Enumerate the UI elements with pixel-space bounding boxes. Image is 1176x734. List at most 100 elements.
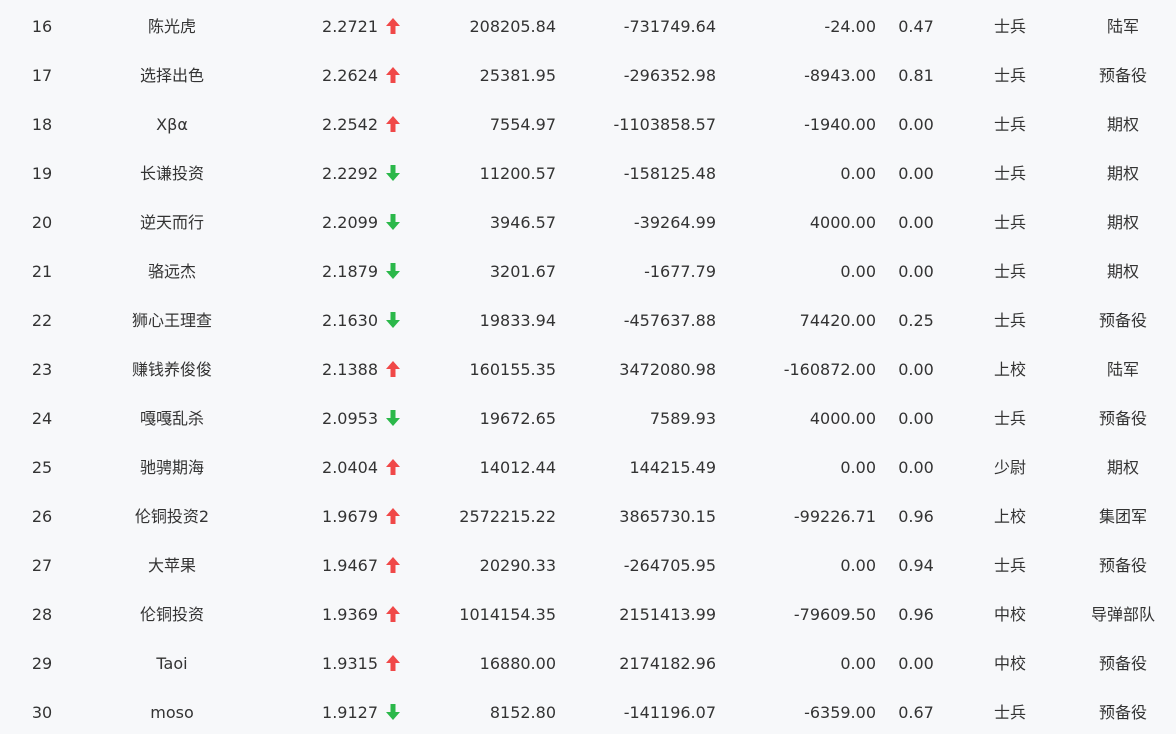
name-cell: 驰骋期海 <box>139 458 204 477</box>
rank-cell: 19 <box>31 164 53 183</box>
group-cell: 预备役 <box>1098 66 1147 85</box>
rank-cell: 21 <box>31 262 53 281</box>
equity-cell: 19672.65 <box>479 409 556 428</box>
score-cell: 2.0404 <box>322 458 378 477</box>
name-cell: 伦铜投资 <box>139 605 204 624</box>
group-cell: 陆军 <box>1106 360 1139 379</box>
rank-cell: 16 <box>31 17 53 36</box>
ratio-cell: 0.81 <box>898 66 934 85</box>
table-row[interactable]: 25 驰骋期海 2.0404 14012.44 144215.49 0.00 0.00 少尉 期… <box>0 443 1176 492</box>
profit-cell: -731749.64 <box>623 17 716 36</box>
table-row[interactable]: 18 Xβα 2.2542 7554.97 -1103858.57 -1940.00 0.0… <box>0 100 1176 149</box>
level-cell: 士兵 <box>993 262 1026 281</box>
score-cell: 2.1388 <box>322 360 378 379</box>
group-cell: 预备役 <box>1098 311 1147 330</box>
rank-cell: 26 <box>31 507 53 526</box>
flow-cell: 0.00 <box>840 458 876 477</box>
equity-cell: 3946.57 <box>489 213 556 232</box>
group-cell: 预备役 <box>1098 703 1147 722</box>
arrow-up-icon <box>384 100 404 149</box>
score-cell: 1.9315 <box>322 654 378 673</box>
score-cell: 1.9127 <box>322 703 378 722</box>
rank-cell: 17 <box>31 66 53 85</box>
arrow-down-icon <box>384 296 404 345</box>
table-row[interactable]: 28 伦铜投资 1.9369 1014154.35 2151413.99 -79609.5… <box>0 590 1176 639</box>
score-cell: 2.1879 <box>322 262 378 281</box>
level-cell: 中校 <box>993 654 1026 673</box>
arrow-down-icon <box>384 247 404 296</box>
profit-cell: -457637.88 <box>623 311 716 330</box>
name-cell: Taoi <box>156 654 188 673</box>
arrow-up-icon <box>384 590 404 639</box>
ratio-cell: 0.00 <box>898 115 934 134</box>
flow-cell: -160872.00 <box>783 360 876 379</box>
rank-cell: 24 <box>31 409 53 428</box>
ratio-cell: 0.94 <box>898 556 934 575</box>
rank-cell: 23 <box>31 360 53 379</box>
table-row[interactable]: 26 伦铜投资2 1.9679 2572215.22 3865730.15 -99226.… <box>0 492 1176 541</box>
ratio-cell: 0.00 <box>898 654 934 673</box>
name-cell: Xβα <box>156 115 188 134</box>
table-row[interactable]: 16 陈光虎 2.2721 208205.84 -731749.64 -24.00 0.47… <box>0 2 1176 51</box>
equity-cell: 11200.57 <box>479 164 556 183</box>
table-row[interactable]: 22 狮心王理查 2.1630 19833.94 -457637.88 74420.00 0… <box>0 296 1176 345</box>
score-cell: 1.9679 <box>322 507 378 526</box>
name-cell: 狮心王理查 <box>131 311 212 330</box>
level-cell: 士兵 <box>993 213 1026 232</box>
name-cell: 骆远杰 <box>147 262 196 281</box>
score-cell: 2.1630 <box>322 311 378 330</box>
table-row[interactable]: 24 嘎嘎乱杀 2.0953 19672.65 7589.93 4000.00 0.00 士兵… <box>0 394 1176 443</box>
name-cell: 嘎嘎乱杀 <box>139 409 204 428</box>
level-cell: 士兵 <box>993 164 1026 183</box>
group-cell: 期权 <box>1106 164 1139 183</box>
name-cell: 伦铜投资2 <box>134 507 210 526</box>
rank-cell: 20 <box>31 213 53 232</box>
score-cell: 1.9467 <box>322 556 378 575</box>
ratio-cell: 0.00 <box>898 164 934 183</box>
level-cell: 士兵 <box>993 556 1026 575</box>
equity-cell: 2572215.22 <box>459 507 556 526</box>
equity-cell: 208205.84 <box>469 17 556 36</box>
flow-cell: -6359.00 <box>804 703 876 722</box>
arrow-up-icon <box>384 51 404 100</box>
table-row[interactable]: 21 骆远杰 2.1879 3201.67 -1677.79 0.00 0.00 士兵 期权 <box>0 247 1176 296</box>
flow-cell: -1940.00 <box>804 115 876 134</box>
table-row[interactable]: 20 逆天而行 2.2099 3946.57 -39264.99 4000.00 0.00 士… <box>0 198 1176 247</box>
rank-cell: 28 <box>31 605 53 624</box>
arrow-up-icon <box>384 639 404 688</box>
group-cell: 预备役 <box>1098 409 1147 428</box>
table-row[interactable]: 17 选择出色 2.2624 25381.95 -296352.98 -8943.00 0.… <box>0 51 1176 100</box>
table-row[interactable]: 19 长谦投资 2.2292 11200.57 -158125.48 0.00 0.00 士兵… <box>0 149 1176 198</box>
arrow-up-icon <box>384 541 404 590</box>
flow-cell: 4000.00 <box>809 409 876 428</box>
table-row[interactable]: 29 Taoi 1.9315 16880.00 2174182.96 0.00 0.00 中校… <box>0 639 1176 688</box>
arrow-up-icon <box>384 492 404 541</box>
group-cell: 期权 <box>1106 458 1139 477</box>
ratio-cell: 0.25 <box>898 311 934 330</box>
score-cell: 2.0953 <box>322 409 378 428</box>
arrow-up-icon <box>384 345 404 394</box>
rank-cell: 25 <box>31 458 53 477</box>
table-row[interactable]: 27 大苹果 1.9467 20290.33 -264705.95 0.00 0.94 士兵 预… <box>0 541 1176 590</box>
flow-cell: 0.00 <box>840 262 876 281</box>
arrow-down-icon <box>384 149 404 198</box>
profit-cell: 144215.49 <box>629 458 716 477</box>
level-cell: 士兵 <box>993 17 1026 36</box>
ratio-cell: 0.00 <box>898 360 934 379</box>
table-row[interactable]: 30 moso 1.9127 8152.80 -141196.07 -6359.00 0.6… <box>0 688 1176 734</box>
equity-cell: 20290.33 <box>479 556 556 575</box>
arrow-up-icon <box>384 443 404 492</box>
flow-cell: -99226.71 <box>793 507 876 526</box>
ratio-cell: 0.96 <box>898 507 934 526</box>
level-cell: 少尉 <box>993 458 1026 477</box>
profit-cell: -1677.79 <box>644 262 716 281</box>
score-cell: 1.9369 <box>322 605 378 624</box>
name-cell: 赚钱养俊俊 <box>131 360 212 379</box>
group-cell: 期权 <box>1106 115 1139 134</box>
profit-cell: 7589.93 <box>649 409 716 428</box>
score-cell: 2.2624 <box>322 66 378 85</box>
name-cell: 大苹果 <box>147 556 196 575</box>
profit-cell: -1103858.57 <box>613 115 716 134</box>
score-cell: 2.2099 <box>322 213 378 232</box>
table-row[interactable]: 23 赚钱养俊俊 2.1388 160155.35 3472080.98 -160872.… <box>0 345 1176 394</box>
